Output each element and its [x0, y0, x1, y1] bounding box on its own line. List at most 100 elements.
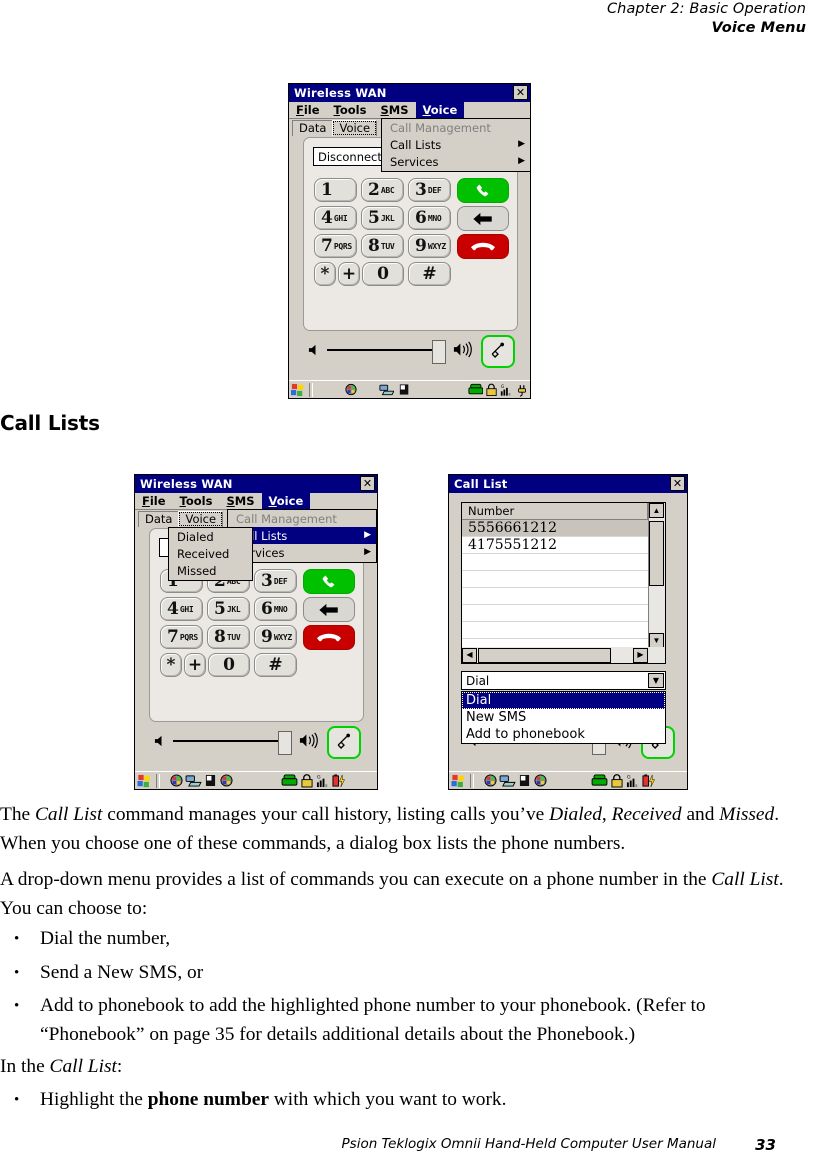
call-end-button[interactable]: [457, 234, 509, 259]
table-row[interactable]: [462, 605, 648, 622]
key-hash[interactable]: #: [408, 262, 451, 286]
key-7[interactable]: 7 PQRS: [314, 234, 357, 258]
menuitem-services[interactable]: Services ▶: [382, 153, 530, 170]
scroll-right-button[interactable]: ▶: [633, 647, 648, 663]
desktop-icon[interactable]: [379, 383, 395, 396]
key-9[interactable]: 9 WXYZ: [254, 625, 297, 649]
key-5[interactable]: 5 JKL: [361, 206, 404, 230]
lock-icon[interactable]: [486, 383, 497, 397]
microphone-button[interactable]: [481, 335, 515, 368]
key-6[interactable]: 6 MNO: [254, 597, 297, 621]
window2-taskbar[interactable]: G: [135, 771, 377, 789]
menu-sms[interactable]: SMS: [373, 102, 415, 118]
tab-data[interactable]: Data: [292, 120, 334, 136]
microphone-button[interactable]: [327, 726, 361, 759]
table-row[interactable]: [462, 554, 648, 571]
backspace-button[interactable]: [303, 597, 355, 622]
window1-voice-dropdown[interactable]: Call Management Call Lists ▶ Services ▶: [381, 118, 531, 172]
volume-slider-knob[interactable]: [432, 340, 446, 364]
table-row[interactable]: 4175551212: [462, 537, 648, 554]
signal-icon[interactable]: G: [316, 774, 331, 788]
phone-icon[interactable]: [591, 774, 608, 787]
menu-sms[interactable]: SMS: [219, 493, 261, 509]
key-7[interactable]: 7 PQRS: [160, 625, 203, 649]
key-0[interactable]: 0: [208, 653, 250, 677]
key-3[interactable]: 3 DEF: [254, 569, 297, 593]
menu-file[interactable]: File: [289, 102, 327, 118]
call-list-window[interactable]: Call List ✕ Number 5556661212 4175551212…: [448, 474, 688, 790]
action-combobox[interactable]: Dial ▼: [461, 671, 666, 690]
menuitem-call-management[interactable]: Call Management: [228, 510, 376, 527]
call-send-button[interactable]: [457, 178, 509, 203]
key-star[interactable]: *: [314, 262, 336, 286]
menu-voice[interactable]: Voice: [261, 493, 311, 509]
close-icon[interactable]: ✕: [513, 85, 528, 100]
signal-icon[interactable]: G: [626, 774, 641, 788]
horizontal-scroll-thumb[interactable]: [478, 647, 611, 663]
call-send-button[interactable]: [303, 569, 355, 594]
key-star[interactable]: *: [160, 653, 182, 677]
window3-taskbar[interactable]: G: [449, 771, 687, 789]
tab-data[interactable]: Data: [138, 511, 180, 527]
start-icon[interactable]: [291, 383, 305, 397]
close-icon[interactable]: ✕: [360, 476, 375, 491]
key-5[interactable]: 5 JKL: [207, 597, 250, 621]
start-icon[interactable]: [451, 774, 466, 788]
volume-slider-knob[interactable]: [278, 731, 292, 755]
network-icon[interactable]: [484, 774, 497, 787]
call-end-button[interactable]: [303, 625, 355, 650]
phone-icon[interactable]: [467, 383, 484, 396]
network2-icon[interactable]: [534, 774, 547, 787]
table-row[interactable]: [462, 622, 648, 639]
volume-slider-track[interactable]: [327, 349, 437, 351]
key-9[interactable]: 9 WXYZ: [408, 234, 451, 258]
key-6[interactable]: 6 MNO: [408, 206, 451, 230]
key-2[interactable]: 2 ABC: [361, 178, 404, 202]
network-icon[interactable]: [170, 774, 183, 787]
pda-icon[interactable]: [205, 774, 216, 787]
signal-icon[interactable]: G: [500, 383, 514, 397]
vertical-scrollbar[interactable]: ▲ ▼: [648, 503, 665, 648]
wireless-wan-window-1[interactable]: Wireless WAN ✕ File Tools SMS Voice Data…: [288, 83, 531, 399]
menu-tools[interactable]: Tools: [327, 102, 374, 118]
action-combobox-list[interactable]: Dial New SMS Add to phonebook: [461, 691, 666, 744]
menuitem-call-lists[interactable]: Call Lists ▶: [382, 136, 530, 153]
menuitem-call-management[interactable]: Call Management: [382, 119, 530, 136]
close-icon[interactable]: ✕: [670, 476, 685, 491]
table-row[interactable]: 5556661212: [462, 520, 648, 537]
battery-icon[interactable]: [642, 774, 655, 788]
horizontal-scrollbar[interactable]: ◀ ▶: [462, 647, 665, 663]
combobox-option-add-to-phonebook[interactable]: Add to phonebook: [462, 726, 665, 743]
call-list-control[interactable]: Number 5556661212 4175551212 ▲ ▼ ◀ ▶: [461, 502, 666, 664]
chevron-down-icon[interactable]: ▼: [648, 673, 664, 688]
scroll-left-button[interactable]: ◀: [462, 647, 477, 663]
network-icon[interactable]: [345, 383, 357, 396]
scroll-down-button[interactable]: ▼: [649, 633, 664, 648]
call-list-column-header[interactable]: Number: [462, 503, 648, 520]
table-row[interactable]: [462, 588, 648, 605]
wireless-wan-window-2[interactable]: Wireless WAN ✕ File Tools SMS Voice Data…: [134, 474, 378, 790]
desktop-icon[interactable]: [499, 774, 516, 787]
key-8[interactable]: 8 TUV: [207, 625, 250, 649]
pda-icon[interactable]: [519, 774, 530, 787]
submenuitem-received[interactable]: Received: [169, 545, 252, 562]
window1-taskbar[interactable]: G: [289, 380, 530, 398]
lock-icon[interactable]: [301, 773, 313, 788]
key-1[interactable]: 1: [314, 178, 357, 202]
call-lists-submenu[interactable]: Dialed Received Missed: [168, 527, 253, 581]
key-3[interactable]: 3 DEF: [408, 178, 451, 202]
combobox-option-dial[interactable]: Dial: [462, 692, 665, 709]
volume-slider-track[interactable]: [173, 740, 283, 742]
pda-icon[interactable]: [399, 383, 409, 396]
key-plus[interactable]: +: [184, 653, 206, 677]
menu-voice[interactable]: Voice: [415, 102, 465, 118]
desktop-icon[interactable]: [185, 774, 202, 787]
key-0[interactable]: 0: [362, 262, 404, 286]
key-plus[interactable]: +: [338, 262, 360, 286]
window1-menubar[interactable]: File Tools SMS Voice: [289, 102, 530, 119]
backspace-button[interactable]: [457, 206, 509, 231]
tab-voice[interactable]: Voice: [178, 511, 224, 527]
phone-icon[interactable]: [281, 774, 298, 787]
network2-icon[interactable]: [220, 774, 233, 787]
power-icon[interactable]: [516, 383, 530, 397]
